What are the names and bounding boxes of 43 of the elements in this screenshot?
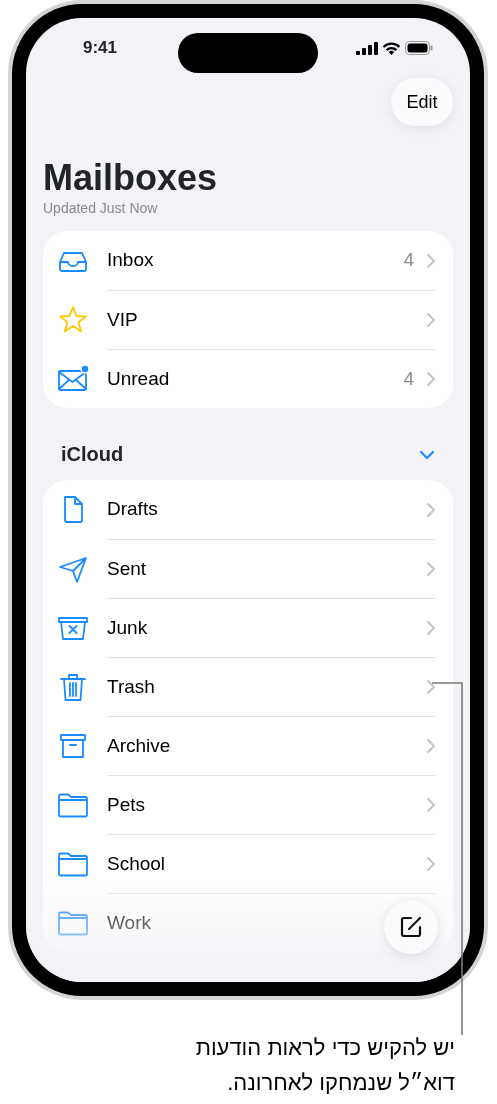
callout-text: יש להקיש כדי לראות הודעות דוא״ל שנמחקו לאחרונה.: [194, 1034, 455, 1097]
update-status: Updated Just Now: [43, 199, 159, 217]
account-header: iCloud: [61, 442, 124, 467]
battery-icon: [405, 41, 433, 55]
chevron-right-icon: [426, 856, 436, 872]
chevron-right-icon: [426, 738, 436, 754]
edit-button[interactable]: Edit: [391, 78, 453, 126]
mailbox-name: Inbox: [107, 248, 154, 273]
mailbox-name: Work: [107, 910, 151, 935]
mailbox-row[interactable]: Archive: [43, 716, 453, 775]
mailbox-name: Pets: [107, 792, 146, 817]
chevron-right-icon: [426, 620, 436, 636]
signal-icon: [356, 41, 378, 55]
chevron-right-icon: [426, 252, 436, 269]
mailbox-name: Junk: [107, 615, 148, 640]
mailbox-row[interactable]: Sent: [43, 539, 453, 598]
mailbox-row[interactable]: Pets: [43, 775, 453, 834]
page-title: Mailboxes: [43, 157, 219, 199]
mailbox-name: Trash: [107, 674, 155, 699]
unread-count: 4: [403, 248, 414, 273]
mailbox-row[interactable]: Unread 4: [43, 349, 453, 408]
mailbox-name: Drafts: [107, 497, 158, 522]
status-time: 9:41: [83, 37, 118, 60]
chevron-right-icon: [426, 371, 436, 387]
mailbox-name: Sent: [107, 556, 147, 581]
mailbox-row[interactable]: School: [43, 834, 453, 893]
chevron-right-icon: [426, 797, 436, 813]
mailbox-row[interactable]: VIP: [43, 290, 453, 349]
chevron-right-icon: [426, 679, 436, 695]
mailbox-name: School: [107, 851, 166, 876]
mailbox-name: Unread: [107, 366, 170, 391]
mailbox-row[interactable]: Inbox 4: [43, 231, 453, 290]
chevron-right-icon: [426, 561, 436, 577]
mailbox-name: VIP: [107, 307, 138, 332]
chevron-right-icon: [426, 501, 436, 518]
mailbox-name: Archive: [107, 733, 171, 758]
compose-icon: [398, 914, 424, 940]
unread-count: 4: [403, 366, 414, 391]
chevron-right-icon: [426, 312, 436, 328]
mailbox-row[interactable]: Junk: [43, 598, 453, 657]
mailbox-row[interactable]: Trash: [43, 657, 453, 716]
wifi-icon: [382, 41, 401, 55]
mailbox-row[interactable]: Drafts: [43, 480, 453, 539]
